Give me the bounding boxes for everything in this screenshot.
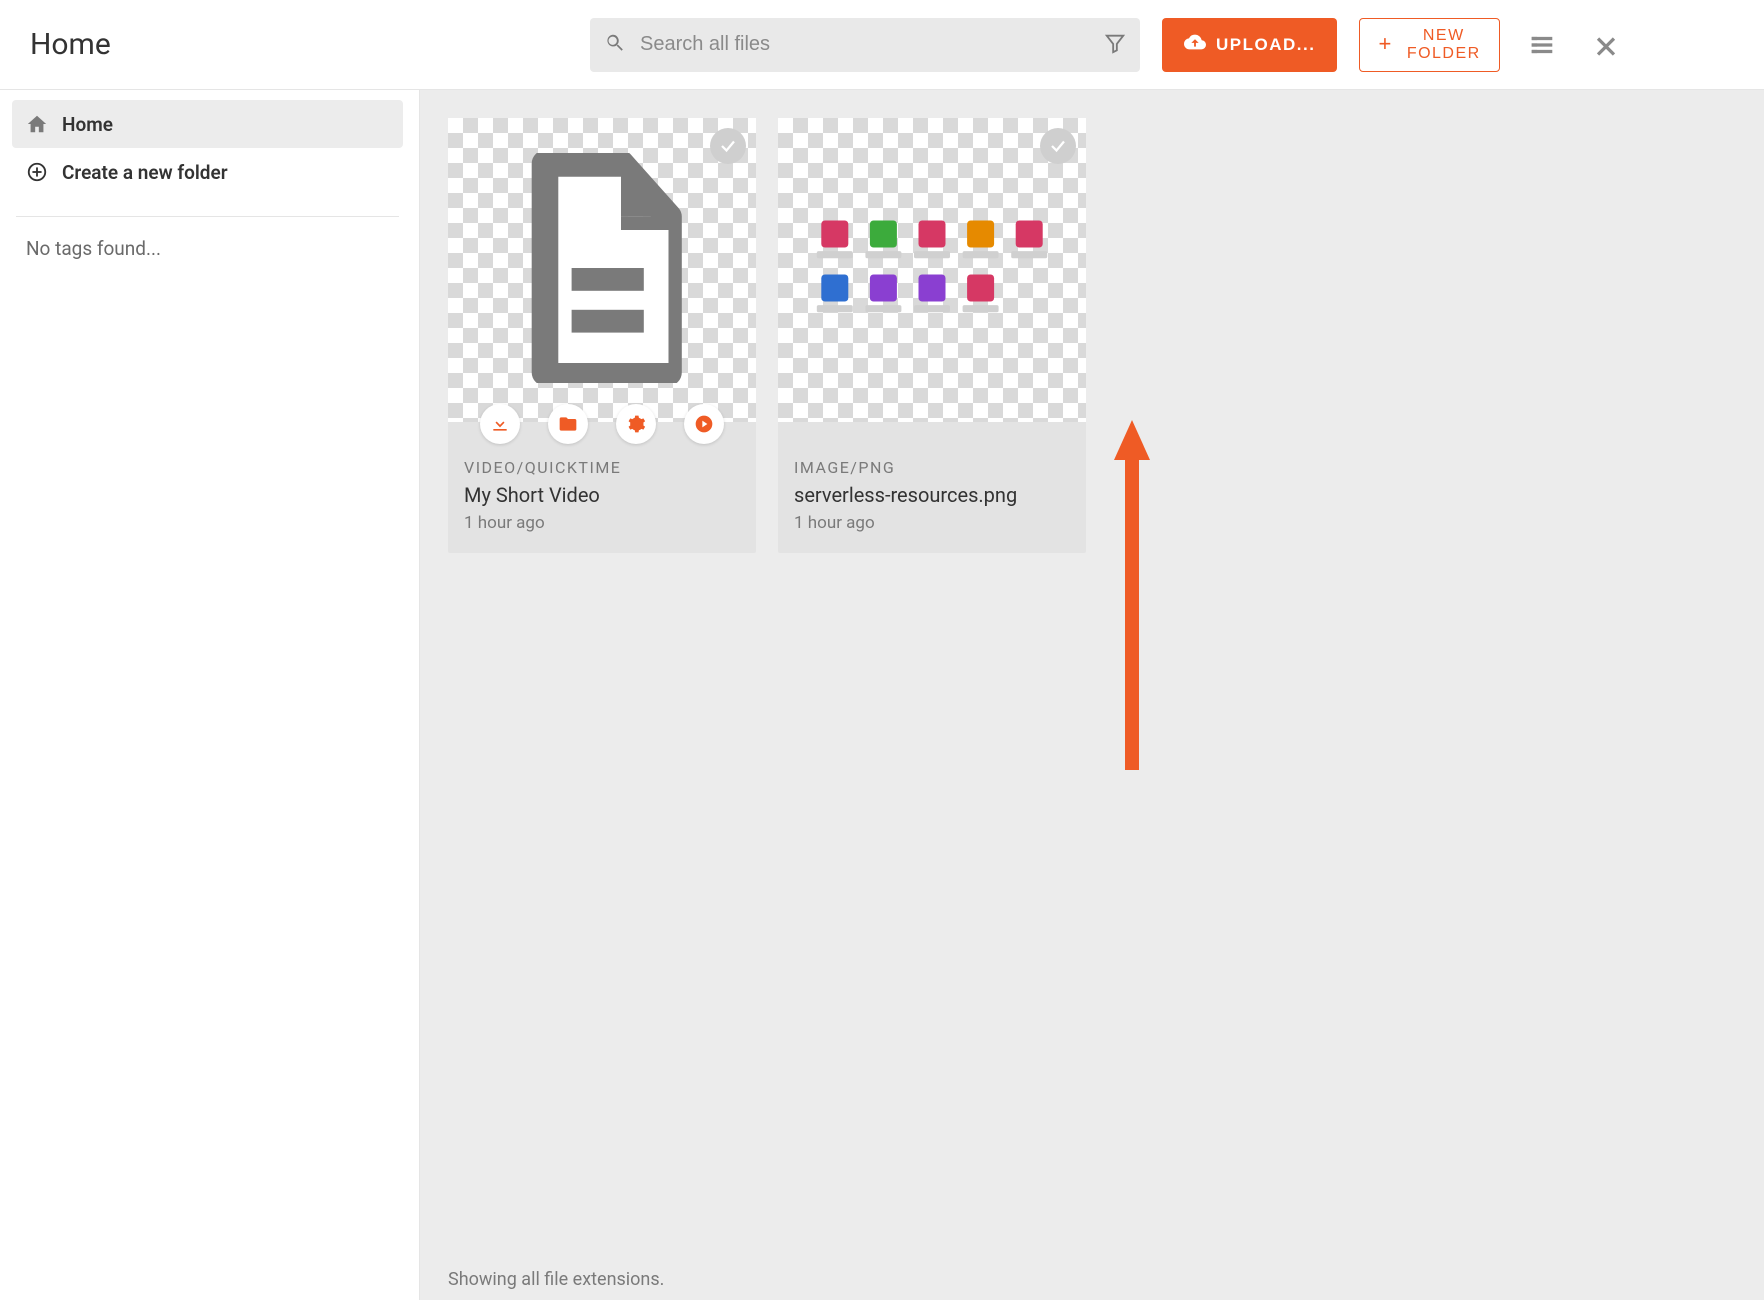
file-card[interactable]: IMAGE/PNG serverless-resources.png 1 hou… — [778, 118, 1086, 553]
settings-button[interactable] — [616, 404, 656, 444]
sidebar-item-create-folder[interactable]: Create a new folder — [12, 148, 403, 196]
file-type: VIDEO/QUICKTIME — [464, 458, 740, 477]
filter-icon[interactable] — [1104, 32, 1126, 58]
file-time: 1 hour ago — [464, 513, 740, 533]
sidebar: Home Create a new folder No tags found..… — [0, 90, 420, 1300]
sidebar-item-label: Home — [62, 113, 113, 136]
file-thumbnail — [448, 118, 756, 422]
no-tags-text: No tags found... — [12, 237, 403, 260]
card-actions — [448, 404, 756, 444]
sidebar-item-label: Create a new folder — [62, 161, 228, 184]
plus-circle-icon — [26, 161, 50, 183]
upload-label: UPLOAD... — [1216, 35, 1315, 55]
home-icon — [26, 113, 50, 135]
cloud-upload-icon — [1184, 31, 1206, 58]
move-button[interactable] — [548, 404, 588, 444]
new-folder-button[interactable]: + NEWFOLDER — [1359, 18, 1499, 72]
search-box[interactable] — [590, 18, 1140, 72]
search-icon — [604, 32, 626, 58]
close-icon[interactable] — [1584, 23, 1628, 67]
page-title: Home — [30, 27, 590, 62]
footer-note: Showing all file extensions. — [448, 1269, 664, 1290]
file-title: My Short Video — [464, 483, 740, 507]
select-toggle[interactable] — [1040, 128, 1076, 164]
image-preview — [815, 221, 1049, 320]
plus-icon: + — [1378, 32, 1392, 56]
upload-button[interactable]: UPLOAD... — [1162, 18, 1337, 72]
download-button[interactable] — [480, 404, 520, 444]
file-icon — [507, 153, 697, 387]
play-button[interactable] — [684, 404, 724, 444]
main-panel: VIDEO/QUICKTIME My Short Video 1 hour ag… — [420, 90, 1764, 1300]
new-folder-label: NEWFOLDER — [1407, 27, 1481, 62]
file-type: IMAGE/PNG — [794, 458, 1070, 477]
search-input[interactable] — [626, 33, 1104, 56]
select-toggle[interactable] — [710, 128, 746, 164]
file-grid: VIDEO/QUICKTIME My Short Video 1 hour ag… — [420, 90, 1764, 581]
file-title: serverless-resources.png — [794, 483, 1070, 507]
sidebar-item-home[interactable]: Home — [12, 100, 403, 148]
header-toolbar: Home UPLOAD... + NEWFOLDER — [0, 0, 1764, 90]
file-card[interactable]: VIDEO/QUICKTIME My Short Video 1 hour ag… — [448, 118, 756, 553]
list-view-icon[interactable] — [1520, 23, 1564, 67]
divider — [16, 216, 399, 217]
file-thumbnail — [778, 118, 1086, 422]
file-time: 1 hour ago — [794, 513, 1070, 533]
